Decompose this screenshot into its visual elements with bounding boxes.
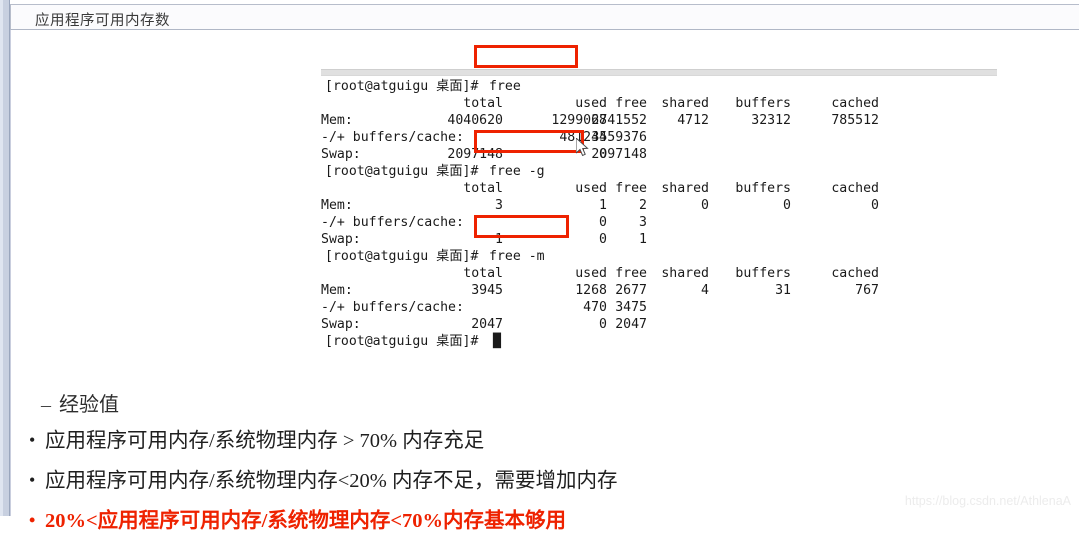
col-header-buffers-3: buffers bbox=[735, 266, 791, 281]
col-header-free-3: free bbox=[615, 266, 647, 281]
bullet-dot-icon: • bbox=[29, 430, 36, 450]
mem-free-3: 2677 bbox=[615, 283, 647, 298]
mem-cached-2: 0 bbox=[871, 198, 879, 213]
col-header-free-1: free bbox=[615, 96, 647, 111]
bullet-dot-icon: • bbox=[29, 510, 36, 530]
command-text-1: free bbox=[489, 79, 521, 94]
col-header-total-3: total bbox=[463, 266, 503, 281]
mem-shared-1: 4712 bbox=[677, 113, 709, 128]
annotation-box-free-g bbox=[474, 130, 584, 153]
mouse-cursor-icon bbox=[576, 138, 589, 157]
col-header-buffers-2: buffers bbox=[735, 181, 791, 196]
page-title: 应用程序可用内存数 bbox=[35, 13, 170, 29]
note-item-1: • 应用程序可用内存/系统物理内存 > 70% 内存充足 bbox=[29, 423, 484, 453]
command-text-3: free -m bbox=[489, 249, 545, 264]
col-header-shared-3: shared bbox=[661, 266, 709, 281]
mem-cached-3: 767 bbox=[855, 283, 879, 298]
col-header-cached-1: cached bbox=[831, 96, 879, 111]
row-label-mem-2: Mem: bbox=[321, 198, 353, 213]
title-bar: 应用程序可用内存数 bbox=[10, 4, 1079, 30]
col-header-free-2: free bbox=[615, 181, 647, 196]
row-label-mem-1: Mem: bbox=[321, 113, 353, 128]
mem-free-1: 2741552 bbox=[591, 113, 647, 128]
row-label-swap-3: Swap: bbox=[321, 317, 361, 332]
mem-shared-3: 4 bbox=[701, 283, 709, 298]
mem-total-2: 3 bbox=[495, 198, 503, 213]
gutter-highlight bbox=[0, 0, 3, 516]
bc-free-2: 3 bbox=[639, 215, 647, 230]
mem-total-3: 3945 bbox=[471, 283, 503, 298]
mem-shared-2: 0 bbox=[701, 198, 709, 213]
terminal-prompt-3: [root@atguigu 桌面]# bbox=[325, 249, 479, 264]
document-body: [root@atguigu 桌面]# total used free share… bbox=[10, 30, 1079, 532]
annotation-box-free bbox=[474, 45, 578, 68]
col-header-shared-1: shared bbox=[661, 96, 709, 111]
swap-free-2: 1 bbox=[639, 232, 647, 247]
mem-total-1: 4040620 bbox=[447, 113, 503, 128]
notes-section-title: 经验值 bbox=[59, 394, 119, 416]
note-item-3: • 20%<应用程序可用内存/系统物理内存<70%内存基本够用 bbox=[29, 503, 566, 533]
row-label-mem-3: Mem: bbox=[321, 283, 353, 298]
row-label-buffers-cache-1: -/+ buffers/cache: bbox=[321, 130, 464, 145]
terminal-horizontal-scrollbar[interactable] bbox=[321, 69, 997, 76]
notes-section-heading: – 经验值 bbox=[41, 388, 119, 417]
document-viewer-window: 应用程序可用内存数 [root@atguigu 桌面]# total used … bbox=[0, 0, 1089, 532]
mem-buffers-3: 31 bbox=[775, 283, 791, 298]
bullet-dot-icon: • bbox=[29, 470, 36, 490]
terminal-final-prompt: [root@atguigu 桌面]# bbox=[325, 334, 479, 349]
row-label-buffers-cache-3: -/+ buffers/cache: bbox=[321, 300, 464, 315]
bc-free-1: 3559376 bbox=[591, 130, 647, 145]
dash-marker: – bbox=[41, 394, 51, 416]
swap-free-1: 2097148 bbox=[591, 147, 647, 162]
swap-total-3: 2047 bbox=[471, 317, 503, 332]
terminal-cursor-block: █ bbox=[493, 334, 501, 349]
col-header-shared-2: shared bbox=[661, 181, 709, 196]
note-item-3-text: 20%<应用程序可用内存/系统物理内存<70%内存基本够用 bbox=[45, 510, 567, 532]
terminal-output: [root@atguigu 桌面]# total used free share… bbox=[321, 77, 1021, 385]
annotation-box-free-m bbox=[474, 215, 569, 238]
col-header-total-2: total bbox=[463, 181, 503, 196]
row-label-buffers-cache-2: -/+ buffers/cache: bbox=[321, 215, 464, 230]
col-header-used-3: used bbox=[575, 266, 607, 281]
bc-free-3: 3475 bbox=[615, 300, 647, 315]
col-header-cached-3: cached bbox=[831, 266, 879, 281]
mem-cached-1: 785512 bbox=[831, 113, 879, 128]
col-header-used-2: used bbox=[575, 181, 607, 196]
notes-section: – 经验值 • 应用程序可用内存/系统物理内存 > 70% 内存充足 • 应用程序可用… bbox=[21, 388, 1089, 546]
note-item-2: • 应用程序可用内存/系统物理内存<20% 内存不足，需要增加内存 bbox=[29, 463, 617, 493]
col-header-used-1: used bbox=[575, 96, 607, 111]
terminal-prompt-1: [root@atguigu 桌面]# bbox=[325, 79, 479, 94]
watermark: https://blog.csdn.net/AthlenaA bbox=[904, 494, 1071, 508]
col-header-buffers-1: buffers bbox=[735, 96, 791, 111]
note-item-2-text: 应用程序可用内存/系统物理内存<20% 内存不足，需要增加内存 bbox=[45, 470, 618, 492]
row-label-swap-2: Swap: bbox=[321, 232, 361, 247]
note-item-1-text: 应用程序可用内存/系统物理内存 > 70% 内存充足 bbox=[45, 430, 485, 452]
mem-buffers-1: 32312 bbox=[751, 113, 791, 128]
mem-free-2: 2 bbox=[639, 198, 647, 213]
col-header-total-1: total bbox=[463, 96, 503, 111]
mem-buffers-2: 0 bbox=[783, 198, 791, 213]
row-label-swap-1: Swap: bbox=[321, 147, 361, 162]
swap-free-3: 2047 bbox=[615, 317, 647, 332]
command-text-2: free -g bbox=[489, 164, 545, 179]
col-header-cached-2: cached bbox=[831, 181, 879, 196]
terminal-prompt-2: [root@atguigu 桌面]# bbox=[325, 164, 479, 179]
window-left-gutter bbox=[0, 0, 10, 516]
